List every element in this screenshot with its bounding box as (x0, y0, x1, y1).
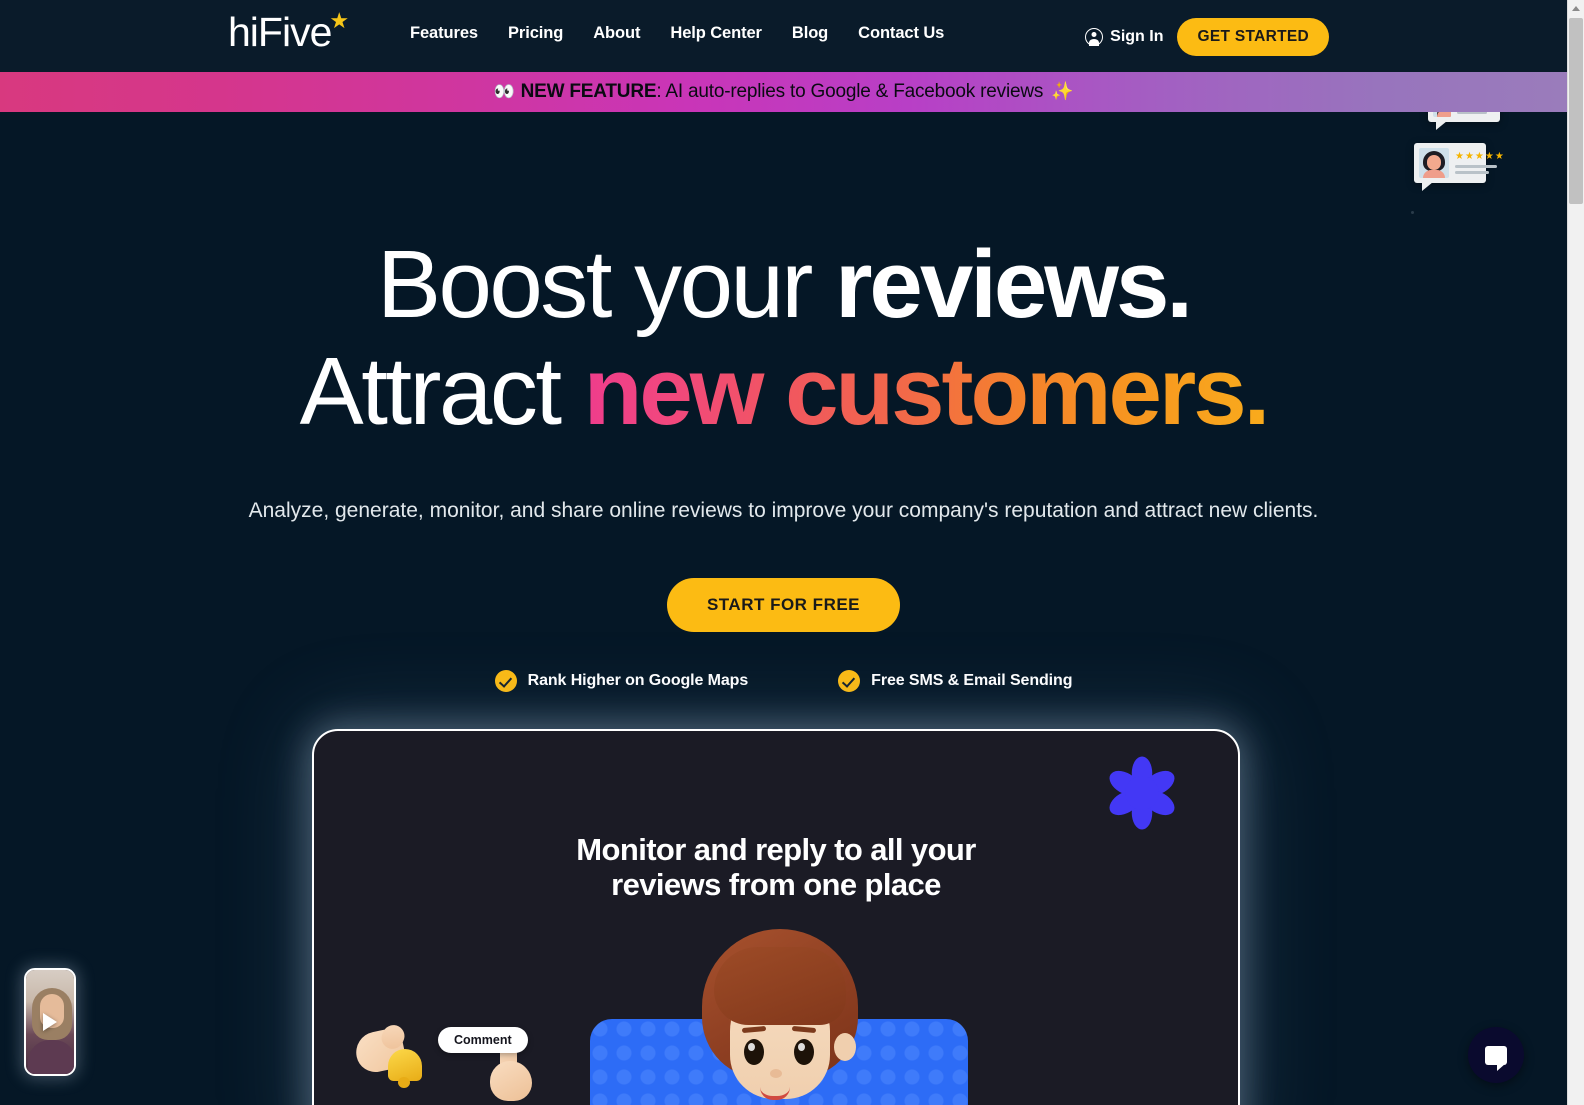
headline-plain-1: Boost your (376, 231, 836, 338)
product-card-title-line-2: reviews from one place (611, 866, 941, 902)
feature-item-google-maps: Rank Higher on Google Maps (494, 670, 749, 693)
header-actions: Sign In GET STARTED (1085, 18, 1329, 56)
start-for-free-button[interactable]: START FOR FREE (666, 578, 901, 633)
hand-bell-icon (352, 1021, 432, 1095)
chat-bubble-icon (1485, 1045, 1507, 1071)
hero-section: Boost your reviews. Attract new customer… (0, 112, 1567, 693)
check-circle-icon (494, 670, 517, 693)
product-showcase-card: Monitor and reply to all your reviews fr… (312, 729, 1240, 1105)
user-icon (1085, 28, 1104, 46)
headline-line-2: Attract new customers. (0, 335, 1567, 448)
announcement-label: NEW FEATURE (520, 81, 657, 102)
browser-viewport: hiFive★ Features Pricing About Help Cent… (0, 0, 1567, 1105)
main-navigation: Features Pricing About Help Center Blog … (410, 24, 944, 43)
chat-launcher-button[interactable] (1468, 1027, 1524, 1083)
browser-scrollbar[interactable] (1567, 0, 1584, 1105)
product-card-title: Monitor and reply to all your reviews fr… (314, 832, 1238, 902)
get-started-button[interactable]: GET STARTED (1177, 18, 1329, 56)
comment-pill-button[interactable]: Comment (438, 1027, 528, 1053)
product-card-title-line-1: Monitor and reply to all your (576, 832, 976, 867)
sparkle-icon: ✨ (1051, 81, 1074, 101)
announcement-text: 👀 NEW FEATURE: AI auto-replies to Google … (494, 81, 1074, 103)
sign-in-label: Sign In (1110, 28, 1164, 45)
hero-cta-wrapper: START FOR FREE (0, 578, 1567, 633)
nav-item-pricing[interactable]: Pricing (508, 24, 563, 43)
headline-plain-2: Attract (299, 338, 584, 446)
feature-label: Free SMS & Email Sending (871, 672, 1073, 690)
page-title: Boost your reviews. Attract new customer… (0, 228, 1567, 449)
headline-strong: reviews. (835, 231, 1193, 338)
avatar (1419, 148, 1449, 178)
nav-item-blog[interactable]: Blog (792, 24, 828, 43)
scrollbar-thumb[interactable] (1569, 18, 1583, 204)
hero-subtitle: Analyze, generate, monitor, and share on… (248, 498, 1319, 522)
character-illustration (692, 929, 868, 1105)
headline-gradient: new customers. (583, 338, 1271, 446)
logo-hifive[interactable]: hiFive★ (228, 8, 350, 55)
logo-text-five: Five (257, 9, 332, 55)
play-icon[interactable] (43, 1013, 57, 1031)
video-testimonial-widget[interactable] (24, 968, 76, 1076)
scrollbar-up-arrow[interactable] (1568, 0, 1584, 17)
review-card-lines: ★★★★★ (1455, 152, 1505, 174)
floating-review-card: ★★★★★ (1414, 143, 1504, 191)
feature-label: Rank Higher on Google Maps (527, 672, 749, 690)
announcement-body: : AI auto-replies to Google & Facebook r… (656, 81, 1044, 102)
headline-line-1: Boost your reviews. (0, 228, 1567, 341)
star-rating: ★★★★★ (1455, 151, 1505, 162)
page-root: hiFive★ Features Pricing About Help Cent… (0, 0, 1584, 1105)
decorative-dot (1411, 211, 1414, 214)
feature-item-sms-email: Free SMS & Email Sending (838, 670, 1073, 693)
asterisk-icon (1109, 756, 1175, 830)
nav-item-help-center[interactable]: Help Center (670, 24, 762, 43)
star-icon: ★ (329, 8, 349, 33)
announcement-bar[interactable]: 👀 NEW FEATURE: AI auto-replies to Google … (0, 72, 1567, 112)
check-circle-icon (838, 670, 861, 693)
hero-feature-list: Rank Higher on Google Maps Free SMS & Em… (0, 670, 1567, 693)
eyes-icon: 👀 (493, 82, 515, 101)
nav-item-contact-us[interactable]: Contact Us (858, 24, 944, 43)
nav-item-about[interactable]: About (593, 24, 640, 43)
logo-text-hi: hi (228, 9, 259, 55)
nav-item-features[interactable]: Features (410, 24, 478, 43)
sign-in-link[interactable]: Sign In (1085, 28, 1163, 46)
site-header: hiFive★ Features Pricing About Help Cent… (0, 0, 1567, 72)
